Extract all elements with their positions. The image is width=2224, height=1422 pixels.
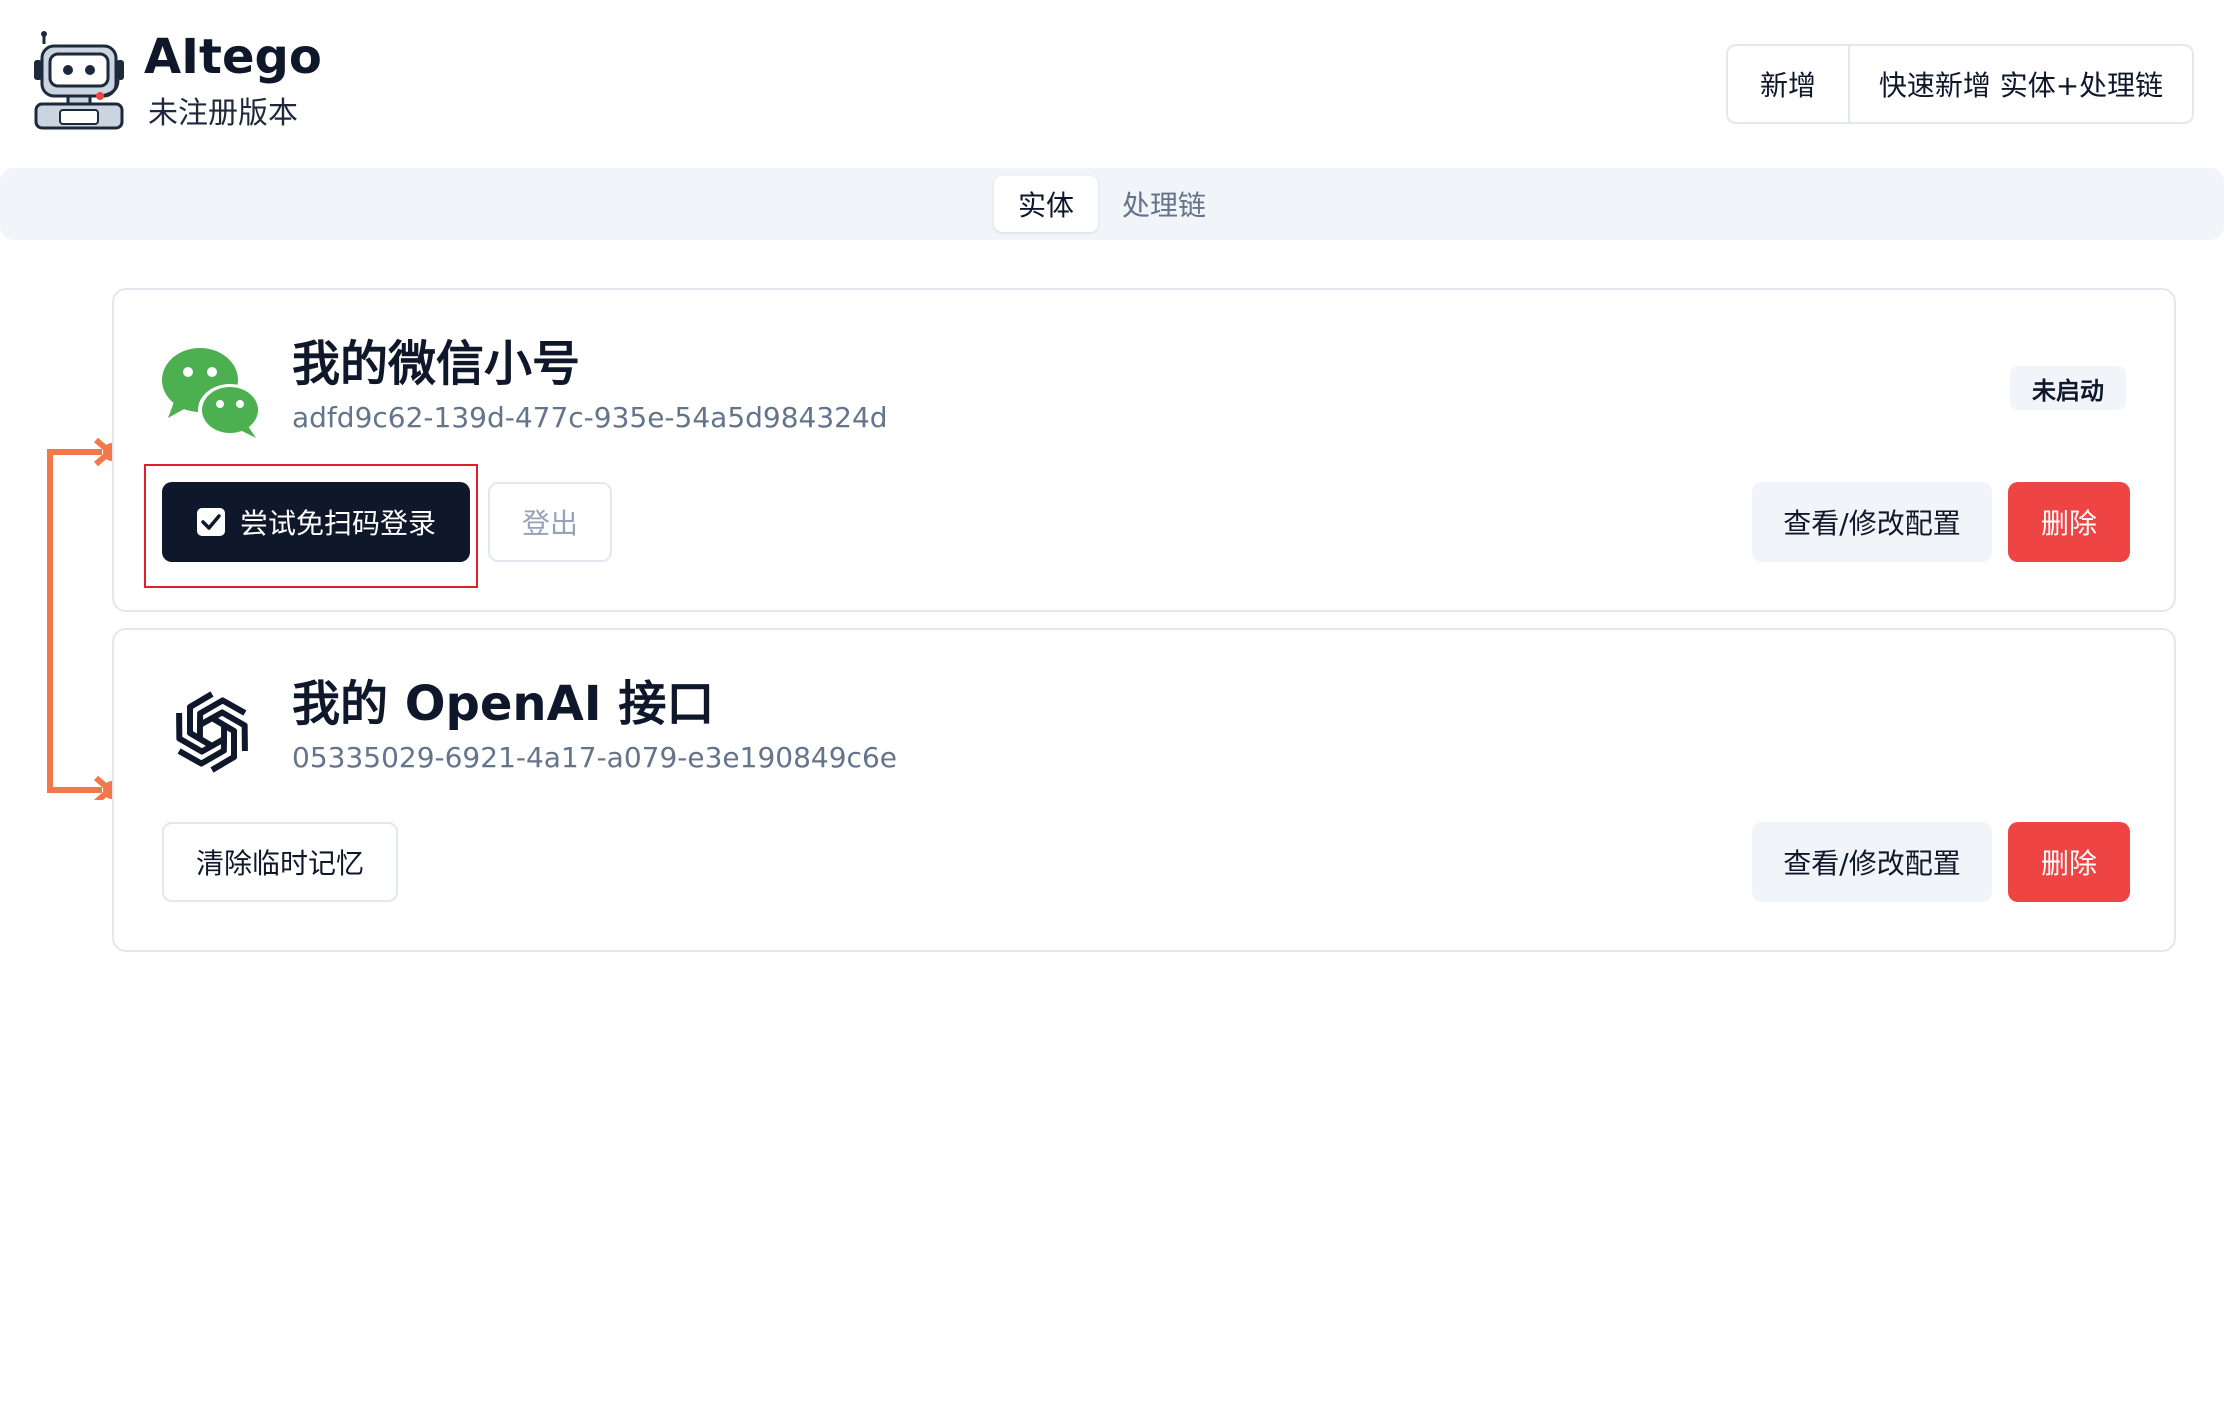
entity-card-wechat: 我的微信小号 adfd9c62-139d-477c-935e-54a5d9843… [112,288,2176,612]
try-no-scan-login-button[interactable]: 尝试免扫码登录 [162,482,470,562]
delete-button[interactable]: 删除 [2008,822,2130,902]
try-no-scan-login-label: 尝试免扫码登录 [239,507,436,540]
delete-button[interactable]: 删除 [2008,482,2130,562]
tab-bar: 实体 处理链 [0,168,2224,240]
entity-title: 我的 OpenAI 接口 [292,676,715,732]
entity-id: 05335029-6921-4a17-a079-e3e190849c6e [292,741,897,774]
quick-add-button[interactable]: 快速新增 实体+处理链 [1850,46,2192,122]
entity-id: adfd9c62-139d-477c-935e-54a5d984324d [292,401,888,434]
openai-icon [176,691,248,773]
new-button[interactable]: 新增 [1728,46,1850,122]
clear-temp-memory-button[interactable]: 清除临时记忆 [162,822,398,902]
view-edit-config-button[interactable]: 查看/修改配置 [1752,482,1992,562]
entity-title: 我的微信小号 [292,336,581,392]
view-edit-config-button[interactable]: 查看/修改配置 [1752,822,1992,902]
wechat-icon [162,348,262,438]
robot-logo-icon [34,31,124,130]
app-header: AItego 未注册版本 新增 快速新增 实体+处理链 [0,0,2224,160]
logout-button[interactable]: 登出 [488,482,612,562]
entity-card-openai: 我的 OpenAI 接口 05335029-6921-4a17-a079-e3e… [112,628,2176,952]
app-subtitle: 未注册版本 [148,96,298,131]
tab-chain[interactable]: 处理链 [1104,176,1224,232]
top-action-group: 新增 快速新增 实体+处理链 [1726,44,2194,124]
app-title: AItego [144,29,322,85]
status-badge: 未启动 [2010,366,2126,410]
tab-entity[interactable]: 实体 [994,176,1098,232]
checkbox-checked-icon [196,508,225,536]
